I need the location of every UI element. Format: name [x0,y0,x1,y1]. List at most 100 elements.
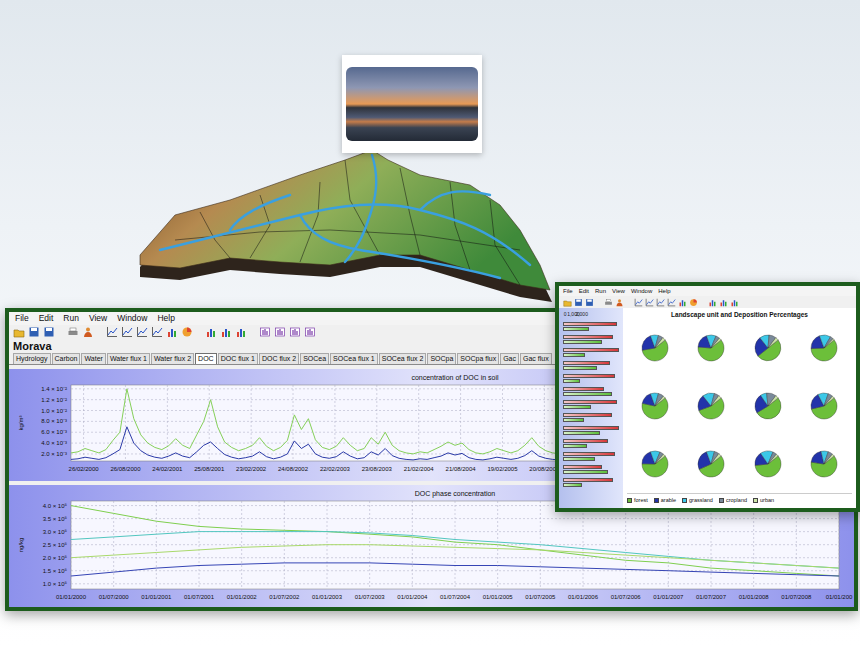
grid-line [583,501,584,589]
plot-area [71,501,839,589]
bar-pair[interactable] [563,439,619,448]
menu-item[interactable]: Run [595,287,606,295]
bar-icon[interactable] [678,298,687,307]
menu-item[interactable]: Edit [39,313,54,324]
pie-chart[interactable] [640,391,670,421]
pie-slice [711,454,721,464]
pie-chart[interactable] [753,333,783,363]
grid-icon[interactable] [304,326,316,338]
tab[interactable]: SOCea flux 2 [379,353,427,364]
bar-pair[interactable] [563,400,619,409]
print-icon[interactable] [67,326,79,338]
menu-item[interactable]: View [612,287,625,295]
bar-pair[interactable] [563,335,619,344]
bar-pair[interactable] [563,465,619,474]
folder-icon[interactable] [563,298,572,307]
tab[interactable]: Water flux 2 [151,353,194,364]
pie-chart[interactable] [696,333,726,363]
grid-line [241,501,242,589]
tab[interactable]: Carbon [52,353,81,364]
bar-icon[interactable] [235,326,247,338]
tab[interactable]: SOCea [300,353,329,364]
y-tick-label: 1.4 × 10⁻² [41,386,67,392]
tab[interactable]: SOCpa [427,353,456,364]
bar-pair[interactable] [563,387,619,396]
pie-chart[interactable] [809,333,839,363]
disk-icon[interactable] [585,298,594,307]
tab[interactable]: SOCea flux 1 [330,353,378,364]
menu-item[interactable]: Window [631,287,652,295]
menu-item[interactable]: File [563,287,573,295]
legend-label: grassland [689,497,713,503]
menu-item[interactable]: File [15,313,29,324]
line-icon[interactable] [645,298,654,307]
bar-pair[interactable] [563,452,619,461]
disk-icon[interactable] [43,326,55,338]
folder-icon[interactable] [13,326,25,338]
menu-item[interactable]: Help [658,287,670,295]
bar-icon[interactable] [719,298,728,307]
user-icon[interactable] [615,298,624,307]
bar-icon[interactable] [205,326,217,338]
tab[interactable]: Gac flux [520,353,552,364]
grid-icon[interactable] [274,326,286,338]
print-icon[interactable] [604,298,613,307]
y-tick-label: 1.0 × 10⁵ [43,581,68,587]
line-icon[interactable] [656,298,665,307]
pie-slice [655,338,665,348]
x-tick-label: 01/07/2002 [269,594,300,600]
line-icon[interactable] [634,298,643,307]
pie-chart[interactable] [640,449,670,479]
bar-tick-label: 0 [564,311,567,317]
grid-icon[interactable] [259,326,271,338]
green-bar [563,470,608,474]
bar-icon[interactable] [730,298,739,307]
tab[interactable]: DOC flux 2 [259,353,299,364]
grid-line [113,501,114,589]
tab[interactable]: Hydrology [13,353,51,364]
tab[interactable]: Gac [500,353,519,364]
bar-icon[interactable] [220,326,232,338]
menu-item[interactable]: Edit [579,287,589,295]
pie-chart[interactable] [809,449,839,479]
panel-title: Landscape unit and Deposition Percentage… [627,310,852,319]
menu-item[interactable]: View [89,313,107,324]
line-icon[interactable] [136,326,148,338]
line-icon[interactable] [106,326,118,338]
bar-pair[interactable] [563,361,619,370]
tab[interactable]: DOC [195,353,217,364]
menu-item[interactable]: Help [157,313,174,324]
disk-icon[interactable] [28,326,40,338]
pie-chart[interactable] [696,449,726,479]
bar-pair[interactable] [563,374,619,383]
tab[interactable]: DOC flux 1 [218,353,258,364]
line-icon[interactable] [667,298,676,307]
menu-item[interactable]: Run [63,313,79,324]
green-bar [563,353,585,357]
pie-chart[interactable] [753,391,783,421]
tab[interactable]: Water flux 1 [107,353,150,364]
grid-line [334,385,335,461]
pie-chart[interactable] [696,391,726,421]
tab[interactable]: Water [81,353,105,364]
bar-pair[interactable] [563,426,619,435]
bar-icon[interactable] [708,298,717,307]
menu-item[interactable]: Window [117,313,147,324]
pie-chart[interactable] [809,391,839,421]
bar-icon[interactable] [166,326,178,338]
bar-pair[interactable] [563,413,619,422]
line-icon[interactable] [121,326,133,338]
line-icon[interactable] [151,326,163,338]
bar-pair[interactable] [563,322,619,331]
pie-icon[interactable] [181,326,193,338]
pie-chart[interactable] [640,333,670,363]
bar-pair[interactable] [563,478,619,487]
pie-icon[interactable] [689,298,698,307]
pie-chart[interactable] [753,449,783,479]
tab[interactable]: SOCpa flux [457,353,499,364]
bar-pair[interactable] [563,348,619,357]
user-icon[interactable] [82,326,94,338]
grid-icon[interactable] [289,326,301,338]
x-tick-label: 01/07/2001 [184,594,215,600]
disk-icon[interactable] [574,298,583,307]
